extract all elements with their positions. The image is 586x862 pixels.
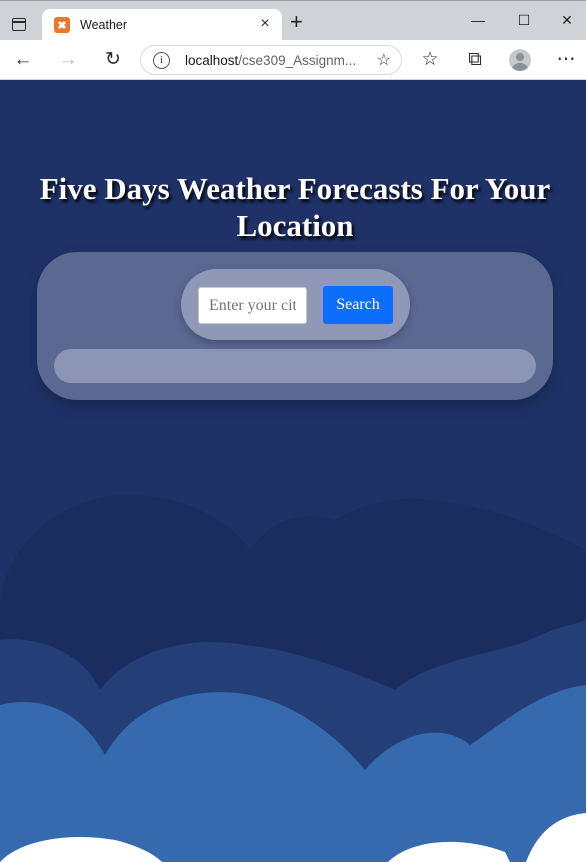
- search-form: Search: [181, 269, 410, 340]
- search-card: Search: [37, 252, 553, 400]
- settings-menu-icon[interactable]: ⋯: [554, 48, 578, 72]
- back-icon[interactable]: ←: [11, 48, 35, 72]
- forecast-result-area: [54, 349, 536, 383]
- browser-toolbar: ← → ↻ i localhost/cse309_Assignm... ☆ ☆ …: [0, 40, 586, 80]
- new-tab-icon[interactable]: +: [290, 11, 303, 33]
- search-button[interactable]: Search: [323, 286, 393, 324]
- browser-tab[interactable]: ✖ Weather ×: [42, 9, 282, 42]
- tab-title: Weather: [80, 18, 128, 32]
- forward-icon[interactable]: →: [56, 48, 80, 72]
- window-icon[interactable]: [12, 18, 26, 31]
- add-favorite-icon[interactable]: ☆: [377, 50, 391, 70]
- address-path: /cse309_Assignm...: [238, 53, 357, 68]
- city-search-input[interactable]: [198, 287, 307, 324]
- address-host: localhost: [185, 53, 239, 68]
- xampp-favicon-icon: ✖: [54, 17, 70, 33]
- site-info-icon[interactable]: i: [153, 52, 170, 69]
- refresh-icon[interactable]: ↻: [101, 48, 125, 72]
- close-window-icon[interactable]: ✕: [557, 12, 577, 29]
- favorites-icon[interactable]: ☆: [418, 48, 442, 72]
- page-content: Five Days Weather Forecasts For Your Loc…: [0, 80, 586, 862]
- address-bar[interactable]: i localhost/cse309_Assignm... ☆: [140, 45, 402, 75]
- collections-icon[interactable]: ⧉: [463, 48, 487, 72]
- address-url[interactable]: localhost/cse309_Assignm...: [185, 53, 356, 68]
- profile-avatar[interactable]: [509, 49, 531, 71]
- page-title: Five Days Weather Forecasts For Your Loc…: [39, 171, 551, 243]
- browser-title-bar: ✖ Weather × + — ☐ ✕: [0, 0, 586, 42]
- close-tab-icon[interactable]: ×: [256, 15, 274, 33]
- maximize-icon[interactable]: ☐: [514, 12, 534, 29]
- minimize-icon[interactable]: —: [468, 12, 488, 28]
